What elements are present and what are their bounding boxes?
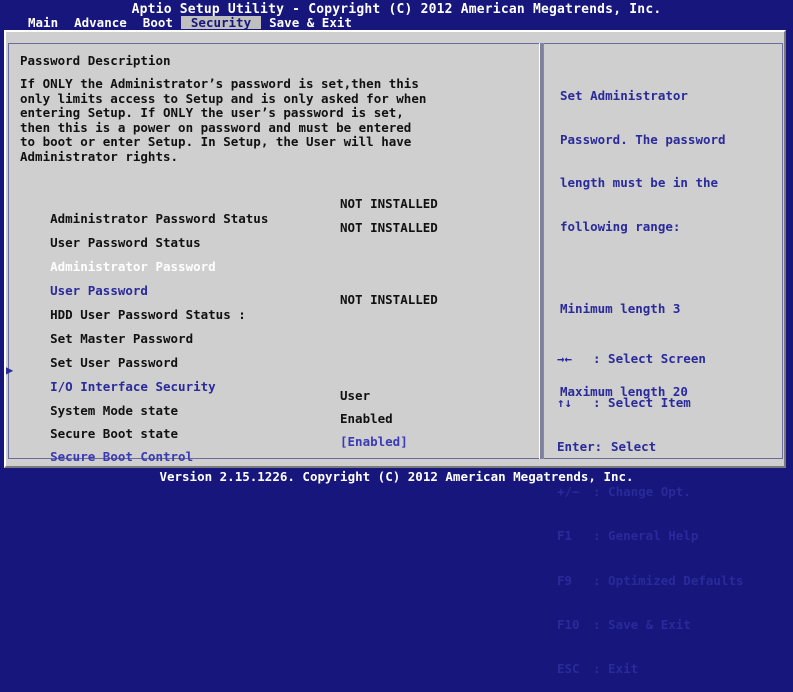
setting-row-user-password-status: User Password Status NOT INSTALLED [20,220,520,250]
setting-row-admin-password-status: Administrator Password Status NOT INSTAL… [20,196,520,226]
key-desc: : General Help [593,528,699,544]
key-select-item: ↑↓ [557,394,573,410]
setting-value: User [340,388,371,403]
version-footer: Version 2.15.1226. Copyright (C) 2012 Am… [159,469,634,484]
help-line-3: length must be in the [560,175,719,190]
key-legend-row: ESC : Exit [557,662,782,677]
setting-row-set-master-password[interactable]: Set Master Password [20,316,520,346]
help-line-1: Set Administrator [560,88,688,103]
key-legend-row: F10 : Save & Exit [557,616,782,633]
setting-row-set-user-password[interactable]: Set User Password [20,340,520,370]
key-desc: : Optimized Defaults [593,572,744,588]
key-legend-row: +/− : Change Opt. [557,483,782,500]
description-line-1: If ONLY the Administrator’s password is … [20,76,419,91]
submenu-arrow-icon: ▶ [6,363,14,377]
setting-row-hdd-user-password-status: HDD User Password Status : NOT INSTALLED [20,292,520,322]
key-f10: F10 [557,616,580,632]
top-bar: Aptio Setup Utility - Copyright (C) 2012… [0,0,793,29]
key-desc: : Exit [593,661,639,677]
password-description-title: Password Description [20,53,171,68]
menu-tabs: Main Advance Boot Security Save & Exit [20,15,360,29]
help-min-length: Minimum length 3 [560,301,681,316]
key-legend-row: F9 : Optimized Defaults [557,572,782,589]
setting-row-secure-boot-control[interactable]: Secure Boot Control [Enabled] [20,434,520,464]
setting-value: Enabled [340,411,393,426]
tab-security[interactable]: Security [180,16,262,29]
key-f1: F1 [557,528,573,544]
help-line-2: Password. The password [560,131,726,147]
setting-value: NOT INSTALLED [340,196,438,211]
key-desc: : Save & Exit [593,616,691,632]
key-legend-row: ↑↓ : Select Item [557,394,782,411]
description-line-6: Administrator rights. [20,148,179,164]
key-f9: F9 [557,572,573,588]
key-desc: Select [611,439,657,455]
key-desc: : Select Screen [593,350,706,366]
setting-row-system-mode-state: System Mode state User [20,388,520,418]
tab-advance[interactable]: Advance [66,16,135,29]
key-legend: →← : Select Screen ↑↓ : Select Item Enter:… [557,322,782,692]
setting-row-io-interface-security[interactable]: I/O Interface Security [20,364,520,394]
description-line-2: only limits access to Setup and is only … [20,90,427,106]
setting-value: [Enabled] [340,434,408,449]
key-change-opt: +/− [557,483,580,499]
key-desc: : Change Opt. [593,483,691,499]
description-line-5: to boot or enter Setup. In Setup, the Us… [20,134,412,149]
key-select-screen: →← [557,350,573,366]
key-legend-row: Enter: Select [557,440,782,455]
setting-value: NOT INSTALLED [340,292,438,307]
tab-save-exit[interactable]: Save & Exit [261,16,360,29]
setting-value: NOT INSTALLED [340,220,438,235]
setting-row-user-password[interactable]: User Password [20,268,520,298]
key-legend-row: F1 : General Help [557,528,782,544]
setting-row-administrator-password[interactable]: Administrator Password [20,244,520,274]
setting-row-secure-boot-state: Secure Boot state Enabled [20,411,520,441]
key-esc: ESC [557,661,580,677]
tab-main[interactable]: Main [20,16,66,29]
key-desc: : Select Item [593,394,691,410]
description-line-3: entering Setup. If ONLY the user’s passw… [20,105,404,120]
tab-boot[interactable]: Boot [135,16,181,29]
key-legend-row: →← : Select Screen [557,350,782,367]
description-line-4: then this is a power on password and mus… [20,119,412,135]
panel-divider-line [543,43,544,459]
help-line-4: following range: [560,218,681,234]
setting-label: Secure Boot Control [50,449,194,464]
key-enter: Enter: [557,439,603,455]
